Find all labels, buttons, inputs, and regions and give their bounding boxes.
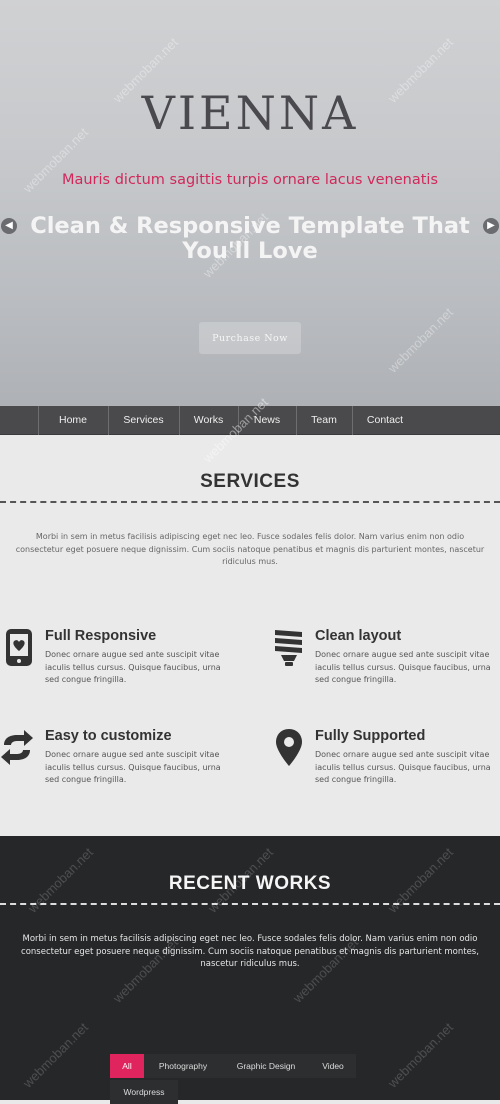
lightbulb-icon xyxy=(275,630,302,666)
slider-next-icon[interactable]: ▶ xyxy=(483,218,499,234)
feature-title: Clean layout xyxy=(315,628,402,644)
filter-graphic-design[interactable]: Graphic Design xyxy=(222,1054,310,1078)
purchase-now-button[interactable]: Purchase Now xyxy=(199,322,301,354)
nav-item-contact[interactable]: Contact xyxy=(352,406,418,435)
recent-works-section: RECENT WORKS Morbi in sem in metus facil… xyxy=(0,836,500,1104)
works-title: RECENT WORKS xyxy=(168,873,332,894)
feature-title: Easy to customize xyxy=(45,728,172,744)
services-title: SERVICES xyxy=(200,471,300,492)
refresh-icon xyxy=(1,730,33,765)
feature-title: Full Responsive xyxy=(45,628,157,644)
services-divider xyxy=(0,501,500,503)
filter-wordpress[interactable]: Wordpress xyxy=(110,1080,178,1104)
slider-prev-icon[interactable]: ◀ xyxy=(1,218,17,234)
filter-all[interactable]: All xyxy=(110,1054,144,1078)
filter-photography[interactable]: Photography xyxy=(144,1054,222,1078)
nav-item-works[interactable]: Works xyxy=(179,406,238,435)
feature-title: Fully Supported xyxy=(315,728,426,744)
hero-headline: Clean & Responsive Template That You'll … xyxy=(30,213,470,264)
nav-item-services[interactable]: Services xyxy=(108,406,179,435)
site-logo[interactable]: VIENNA xyxy=(0,86,500,140)
services-section: SERVICES Morbi in sem in metus facilisis… xyxy=(0,435,500,836)
hero-tagline: Mauris dictum sagittis turpis ornare lac… xyxy=(61,172,439,188)
main-nav: Home Services Works News Team Contact xyxy=(0,406,500,435)
nav-item-news[interactable]: News xyxy=(238,406,296,435)
mobile-icon xyxy=(6,629,32,666)
works-divider xyxy=(0,903,500,905)
hero-slider: VIENNA Mauris dictum sagittis turpis orn… xyxy=(0,0,500,406)
services-description: Morbi in sem in metus facilisis adipisci… xyxy=(15,532,485,566)
works-description: Morbi in sem in metus facilisis adipisci… xyxy=(21,934,479,969)
feature-text: Donec ornare augue sed ante suscipit vit… xyxy=(45,650,221,684)
filter-video[interactable]: Video xyxy=(310,1054,356,1078)
feature-text: Donec ornare augue sed ante suscipit vit… xyxy=(315,750,491,784)
feature-text: Donec ornare augue sed ante suscipit vit… xyxy=(315,650,491,684)
nav-item-home[interactable]: Home xyxy=(38,406,108,435)
feature-text: Donec ornare augue sed ante suscipit vit… xyxy=(45,750,221,784)
nav-item-team[interactable]: Team xyxy=(296,406,352,435)
map-pin-icon xyxy=(276,729,302,766)
